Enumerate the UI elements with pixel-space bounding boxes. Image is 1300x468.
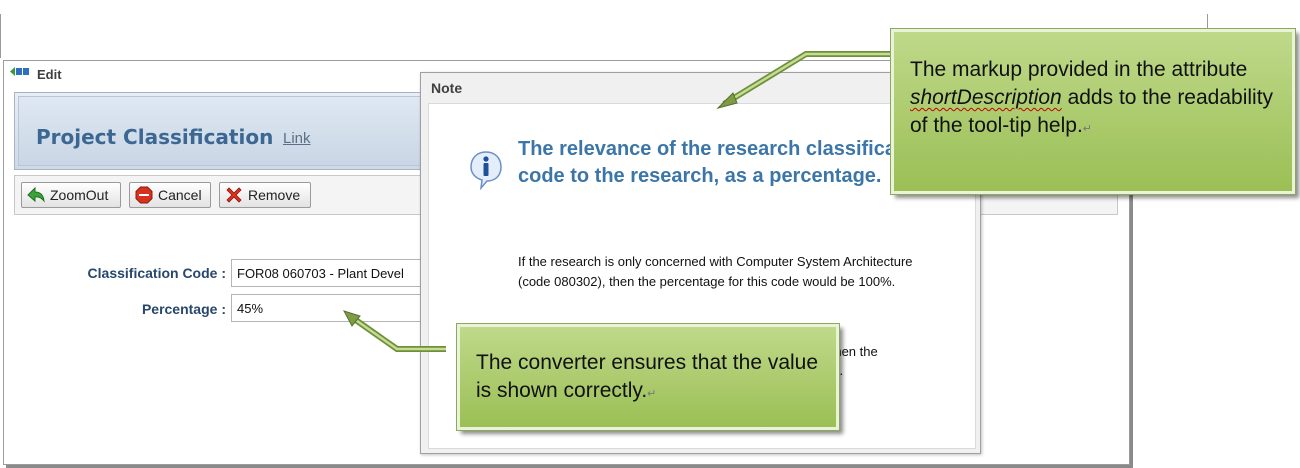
classification-code-field[interactable]: FOR08 060703 - Plant Devel — [231, 259, 431, 287]
note-paragraph-partial-end: on. — [825, 361, 925, 381]
remove-label: Remove — [248, 187, 301, 203]
percentage-label: Percentage : — [141, 301, 226, 317]
stop-icon — [134, 185, 154, 205]
info-icon — [470, 151, 502, 190]
arrow-back-icon — [26, 185, 46, 205]
note-heading: The relevance of the research classifica… — [518, 138, 933, 187]
return-mark: ↵ — [1082, 123, 1092, 135]
remove-button[interactable]: Remove — [219, 182, 311, 208]
callout-top-italic: shortDescription — [910, 86, 1062, 109]
remove-x-icon — [224, 185, 244, 205]
return-mark: ↵ — [647, 388, 657, 400]
zoomout-label: ZoomOut — [50, 187, 109, 203]
callout-converter-note: The converter ensures that the value is … — [456, 323, 840, 431]
header-link[interactable]: Link — [283, 130, 311, 147]
note-paragraph: If the research is only concerned with C… — [518, 254, 913, 289]
divider-left — [0, 14, 1, 58]
note-title: Note — [431, 80, 463, 96]
zoomout-button[interactable]: ZoomOut — [21, 182, 121, 208]
classification-code-label: Classification Code : — [87, 265, 226, 281]
edit-title: Edit — [37, 67, 62, 82]
percentage-field[interactable]: 45% — [231, 294, 431, 322]
cancel-button[interactable]: Cancel — [129, 182, 211, 208]
callout-top-text: The markup provided in the attribute — [910, 58, 1248, 81]
cancel-label: Cancel — [158, 187, 202, 203]
page-title: Project Classification — [36, 125, 274, 149]
callout-tooltip-note: The markup provided in the attribute sho… — [890, 28, 1296, 195]
edit-icon — [10, 67, 29, 76]
